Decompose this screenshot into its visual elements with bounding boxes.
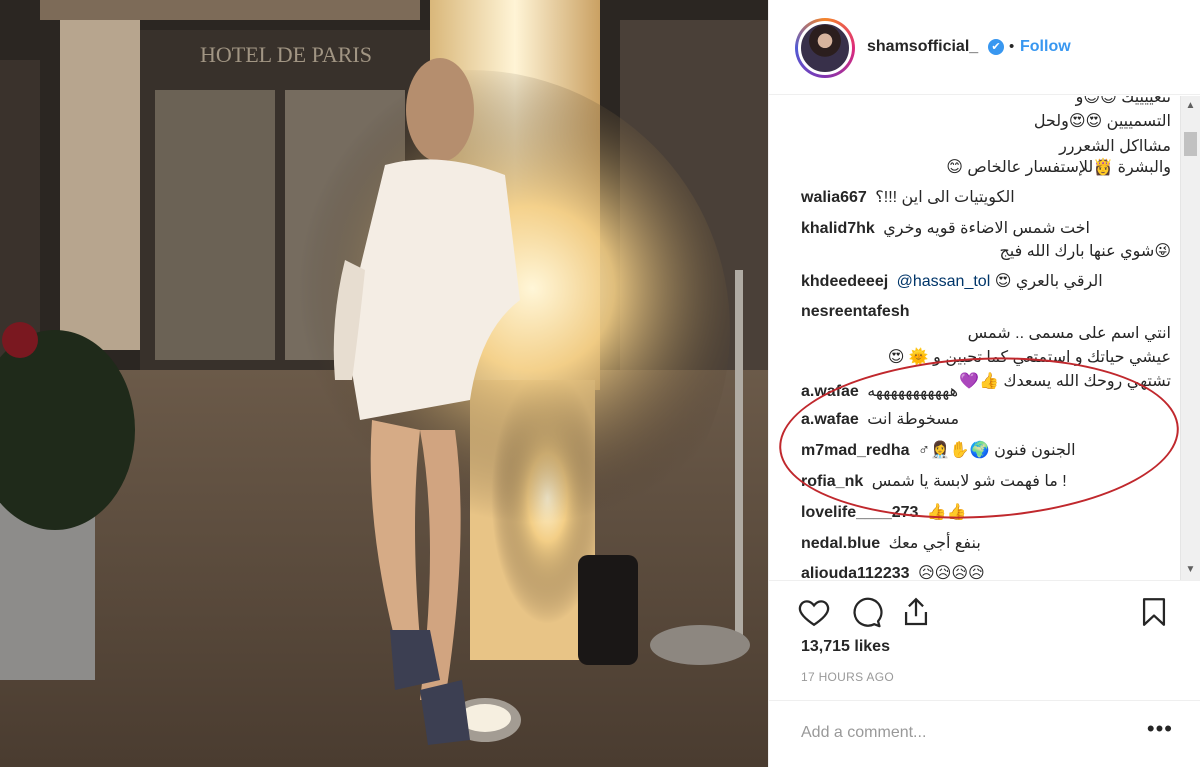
comment-item: aliouda112233 😥😥😥😥 — [801, 562, 985, 580]
post-side-panel: shamsofficial_ ✔ • Follow تتعييييك 😊😊و ا… — [768, 0, 1200, 767]
follow-button[interactable]: Follow — [1020, 38, 1071, 56]
comment-text: التسمييين 😍😍ولحل — [1033, 113, 1171, 130]
comment-text: ! ما فهمت شو لابسة يا شمس — [871, 473, 1067, 490]
post-actions — [769, 580, 1200, 640]
scroll-up-arrow-icon[interactable]: ▲ — [1181, 96, 1200, 116]
likes-count[interactable]: 13,715 likes — [801, 638, 890, 656]
comment-username[interactable]: nedal.blue — [801, 535, 880, 552]
comment-line: عيشي حياتك و استمتعي كما تحبين و 🌞 😍 — [888, 346, 1171, 370]
comment-item: khdeedeeej @hassan_tol الرقي بالعري 😍 — [801, 270, 1103, 294]
comment-line: والبشرة 👸للإستفسار عالخاص 😊 — [946, 156, 1171, 180]
comment-text: 👍👍 — [926, 504, 967, 521]
comment-item: a.wafae مسخوطة انت — [801, 408, 959, 432]
add-comment-bar: ••• — [769, 700, 1200, 767]
photo-illustration: HOTEL DE PARIS — [0, 0, 768, 767]
post-timestamp: 17 HOURS AGO — [801, 670, 894, 684]
add-comment-input[interactable] — [801, 719, 1131, 747]
comment-text: والبشرة 👸للإستفسار عالخاص 😊 — [946, 159, 1171, 176]
comment-text: عيشي حياتك و استمتعي كما تحبين و 🌞 😍 — [887, 349, 1171, 366]
comments-scrollbar[interactable]: ▲ ▼ — [1180, 96, 1200, 580]
comment-username[interactable]: m7mad_redha — [801, 442, 910, 459]
hotel-sign: HOTEL DE PARIS — [200, 42, 372, 67]
comment-line: تتعييييك 😊😊و — [1075, 96, 1171, 106]
comment-text: الجنون فنون 🌍✋👩‍⚕️♂ — [917, 442, 1076, 459]
comment-username[interactable]: a.wafae — [801, 383, 859, 400]
comment-text: بنفع أجي معك — [888, 535, 981, 552]
scrollbar-thumb[interactable] — [1184, 132, 1197, 156]
comment-username[interactable]: khalid7hk — [801, 220, 875, 237]
username-link[interactable]: shamsofficial_ — [867, 38, 978, 56]
post-header: shamsofficial_ ✔ • Follow — [769, 0, 1200, 95]
comment-line: 😜شوي عنها بارك الله فيج — [999, 240, 1171, 264]
comment-username[interactable]: walia667 — [801, 189, 867, 206]
comment-line: انتي اسم على مسمى .. شمس — [968, 322, 1171, 346]
comment-item: nedal.blue بنفع أجي معك — [801, 532, 981, 556]
comment-line: التسمييين 😍😍ولحل — [1034, 110, 1171, 134]
comments-list[interactable]: تتعييييك 😊😊و التسمييين 😍😍ولحل مشااكل الش… — [769, 96, 1200, 580]
comment-text: 😥😥😥😥 — [917, 565, 985, 580]
bookmark-icon[interactable] — [1137, 595, 1171, 629]
comment-username[interactable]: nesreentafesh — [801, 303, 910, 320]
comment-username[interactable]: a.wafae — [801, 411, 859, 428]
comment-line: تشتهي روحك الله يسعدك 👍💜 — [959, 370, 1171, 394]
comment-item: walia667 الكويتيات الى اين !!!؟ — [801, 186, 1015, 210]
comment-text: انتي اسم على مسمى .. شمس — [967, 325, 1171, 342]
comment-text: اخت شمس الاضاءة قويه وخري — [883, 220, 1090, 237]
comment-username[interactable]: rofia_nk — [801, 473, 863, 490]
comment-item: lovelife____273 👍👍 — [801, 501, 967, 525]
comment-item: a.wafae هههههههههههه — [801, 380, 958, 404]
header-separator: • — [1009, 38, 1015, 55]
comment-username[interactable]: aliouda112233 — [801, 565, 910, 580]
comment-item: nesreentafesh — [801, 300, 914, 324]
comment-text: الرقي بالعري 😍 — [994, 273, 1103, 290]
comment-item: rofia_nk ! ما فهمت شو لابسة يا شمس — [801, 470, 1067, 494]
comment-username[interactable]: lovelife____273 — [801, 504, 918, 521]
more-options-icon[interactable]: ••• — [1147, 718, 1173, 740]
comment-text: مشااكل الشعررر — [1059, 138, 1171, 155]
comment-username[interactable]: khdeedeeej — [801, 273, 888, 290]
comment-item: m7mad_redha الجنون فنون 🌍✋👩‍⚕️♂ — [801, 439, 1076, 463]
scroll-down-arrow-icon[interactable]: ▼ — [1181, 560, 1200, 580]
comment-text: تشتهي روحك الله يسعدك 👍💜 — [959, 373, 1171, 390]
avatar[interactable] — [795, 18, 855, 78]
post-photo: HOTEL DE PARIS — [0, 0, 768, 767]
comment-mention[interactable]: @hassan_tol — [897, 273, 991, 290]
share-icon[interactable] — [899, 595, 933, 629]
comment-text: هههههههههههه — [867, 383, 959, 400]
avatar-image — [798, 21, 852, 75]
comment-text: الكويتيات الى اين !!!؟ — [875, 189, 1015, 206]
heart-icon[interactable] — [797, 595, 831, 629]
verified-badge-icon: ✔ — [988, 39, 1004, 55]
comment-text: مسخوطة انت — [867, 411, 960, 428]
comment-icon[interactable] — [849, 595, 883, 629]
comment-text: 😜شوي عنها بارك الله فيج — [999, 243, 1171, 260]
comment-item: khalid7hk اخت شمس الاضاءة قويه وخري — [801, 217, 1090, 241]
